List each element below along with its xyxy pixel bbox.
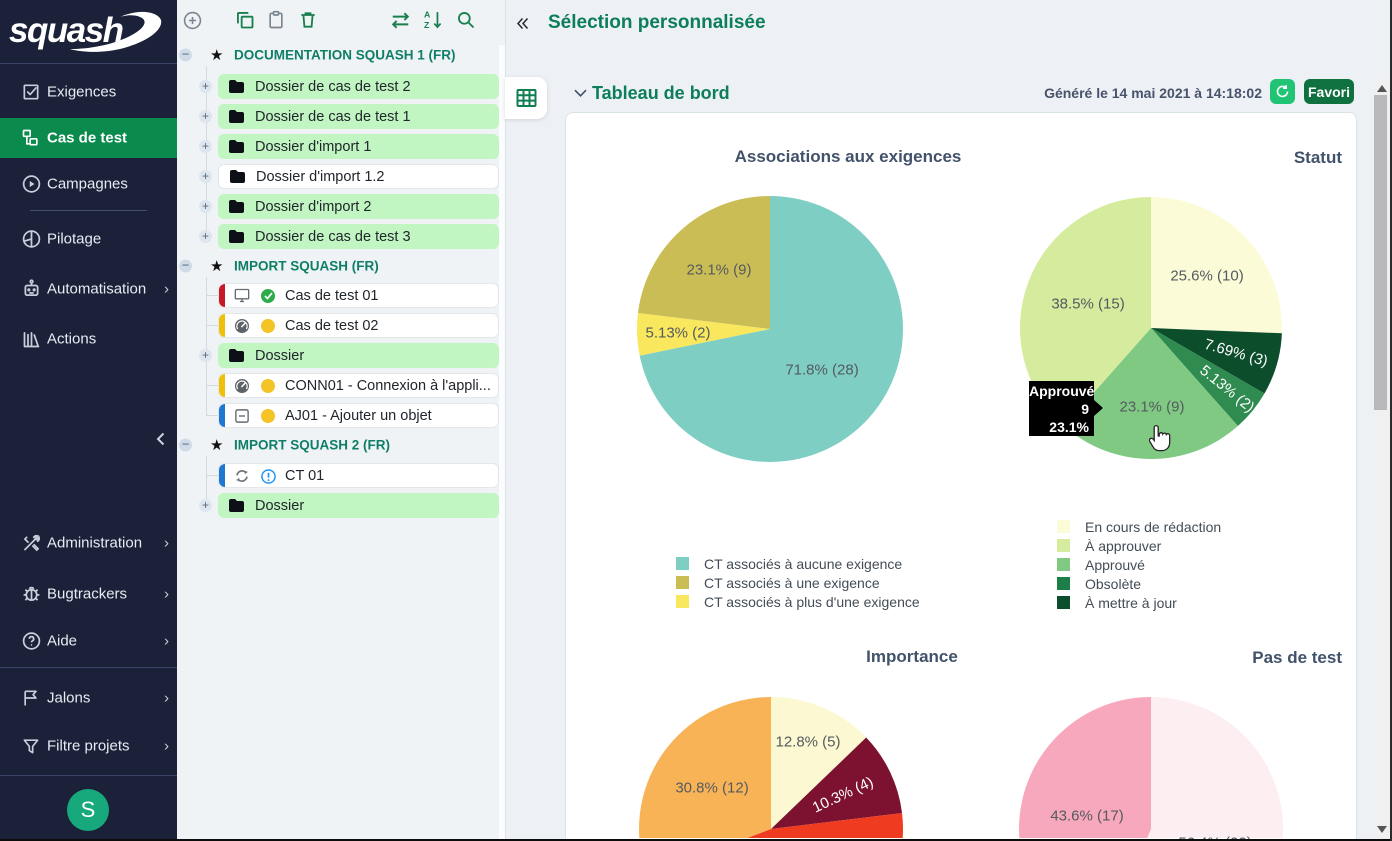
svg-text:squash: squash — [9, 11, 123, 50]
svg-text:A: A — [424, 10, 431, 20]
svg-text:Z: Z — [424, 20, 430, 30]
